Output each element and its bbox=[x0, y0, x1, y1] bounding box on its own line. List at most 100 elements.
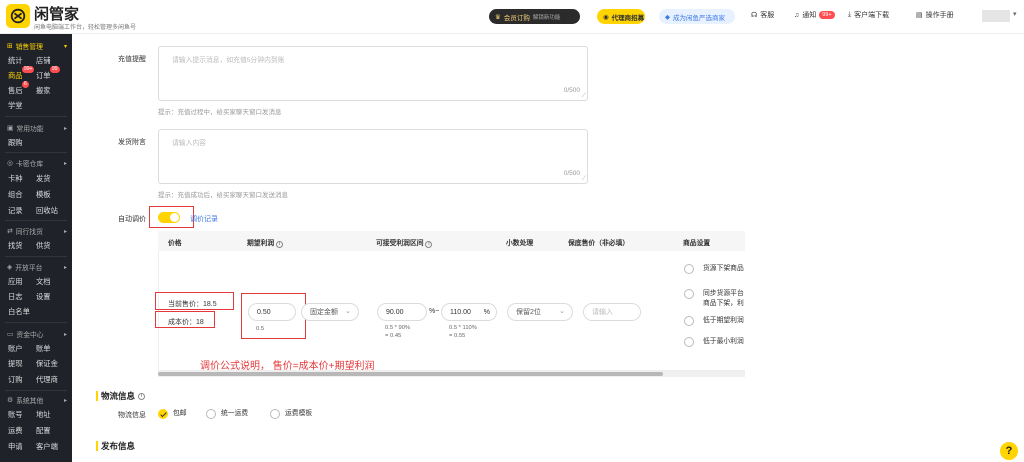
chevron-down-icon[interactable]: ▾ bbox=[1013, 10, 1017, 18]
sidebar-item-withdraw[interactable]: 提现 bbox=[8, 359, 23, 369]
cost-price: 成本价：18 bbox=[168, 319, 204, 326]
sidebar-item-account[interactable]: 账户 bbox=[8, 344, 23, 354]
member-label: 会员订购 bbox=[503, 14, 530, 22]
attach-textarea[interactable]: 请输入内容 0/500 ⟋ bbox=[158, 129, 588, 184]
diamond-icon: ◆ bbox=[665, 13, 670, 21]
section-label: 开放平台 bbox=[15, 265, 43, 272]
help-button[interactable]: ? bbox=[1000, 442, 1018, 460]
sidebar-item-apply[interactable]: 应用 bbox=[8, 277, 23, 287]
range-high-input[interactable]: 110.00% bbox=[441, 303, 497, 321]
profit-type-select[interactable]: 固定金额 ⌄ bbox=[301, 303, 359, 321]
sidebar-item-freight[interactable]: 运费 bbox=[8, 426, 23, 436]
download-label: 客户端下载 bbox=[854, 12, 890, 19]
sidebar-item-record[interactable]: 记录 bbox=[8, 206, 23, 216]
manual-button[interactable]: ▤ 操作手册 bbox=[916, 10, 954, 20]
manual-label: 操作手册 bbox=[925, 12, 954, 19]
sidebar-item-apply2[interactable]: 申请 bbox=[8, 442, 23, 452]
sidebar-item-config[interactable]: 配置 bbox=[36, 426, 51, 436]
download-icon: ⤓ bbox=[848, 11, 852, 18]
logo-icon bbox=[10, 8, 26, 24]
sidebar-item-cardtype[interactable]: 卡种 bbox=[8, 174, 23, 184]
sidebar-item-goods[interactable]: 商品 99+ bbox=[8, 66, 35, 81]
platform-icon: ◈ bbox=[7, 264, 13, 271]
section-label: 销售管理 bbox=[15, 44, 43, 51]
sidebar-item-template[interactable]: 模板 bbox=[36, 190, 51, 200]
sidebar-item-findgoods[interactable]: 找货 bbox=[8, 241, 23, 251]
sidebar-item-whitelist[interactable]: 白名单 bbox=[8, 307, 30, 317]
info-icon[interactable]: i bbox=[425, 240, 433, 248]
sidebar-item-aftersale[interactable]: 售后 6 bbox=[8, 81, 29, 96]
freight-template-radio[interactable] bbox=[270, 409, 280, 419]
freight-free-radio[interactable] bbox=[158, 409, 168, 419]
setting-radio-1[interactable] bbox=[684, 264, 694, 274]
auto-price-toggle[interactable] bbox=[158, 212, 180, 223]
notice-button[interactable]: ♫ 通知 99+ bbox=[794, 10, 835, 20]
freight-unified-radio[interactable] bbox=[206, 409, 216, 419]
sidebar-item-deposit[interactable]: 保证金 bbox=[36, 359, 58, 369]
setting-radio-2[interactable] bbox=[684, 289, 694, 299]
member-order-button[interactable]: ♛ 会员订购 解锁新功能 bbox=[489, 9, 580, 24]
sidebar-section-fund[interactable]: ▭ 资金中心 ▸ bbox=[0, 327, 72, 341]
sidebar-item-deliver[interactable]: 发货 bbox=[36, 174, 51, 184]
recharge-label: 充值提醒 bbox=[118, 56, 146, 63]
sidebar-item-stats[interactable]: 统计 bbox=[8, 56, 23, 66]
resize-handle-icon[interactable]: ⟋ bbox=[582, 93, 586, 100]
scrollbar-thumb[interactable] bbox=[158, 372, 663, 376]
sidebar-item-client[interactable]: 客户端 bbox=[36, 442, 58, 452]
sidebar-section-common[interactable]: ▣ 常用功能 ▸ bbox=[0, 121, 72, 135]
app-window: 闲管家 闲鱼电脑端工作台，轻松管理多闲鱼号 ♛ 会员订购 解锁新功能 ◉ 代理商… bbox=[0, 0, 1024, 462]
range-low-input[interactable]: 90.00 bbox=[377, 303, 427, 321]
profit-input[interactable]: 0.50 bbox=[248, 303, 296, 321]
orders-badge: 99 bbox=[50, 66, 60, 73]
sidebar-item-orders[interactable]: 订单 99 bbox=[36, 66, 60, 81]
floor-price-input[interactable]: 请输入 bbox=[583, 303, 641, 321]
agent-recruit-button[interactable]: ◉ 代理商招募 bbox=[597, 9, 645, 24]
sidebar-item-supply[interactable]: 供货 bbox=[36, 241, 51, 251]
sidebar-item-bill[interactable]: 账单 bbox=[36, 344, 51, 354]
dealer-button[interactable]: ◆ 成为闲鱼严选商家 bbox=[659, 9, 735, 24]
sidebar-item-tracking[interactable]: 跟购 bbox=[8, 138, 23, 148]
attach-placeholder: 请输入内容 bbox=[172, 140, 206, 147]
recharge-hint: 提示：充值过程中，给买家聊天窗口发消息 bbox=[158, 109, 282, 116]
folder-icon: ▣ bbox=[7, 125, 14, 132]
profit-sub: 0.5 bbox=[256, 326, 265, 332]
sidebar-item-shop[interactable]: 店铺 bbox=[36, 56, 51, 66]
sidebar-item-docs[interactable]: 文档 bbox=[36, 277, 51, 287]
recharge-textarea[interactable]: 请输入提示消息，如充值5分钟内到账 0/500 ⟋ bbox=[158, 46, 588, 101]
app-logo[interactable] bbox=[6, 4, 30, 28]
sidebar-section-peer[interactable]: ⇄ 同行找货 ▸ bbox=[0, 224, 72, 238]
sidebar-item-subscribe[interactable]: 订购 bbox=[8, 375, 23, 385]
setting-radio-4[interactable] bbox=[684, 337, 694, 347]
freight-template-label: 运费模板 bbox=[285, 410, 313, 417]
sidebar-item-learn[interactable]: 学堂 bbox=[8, 101, 23, 111]
resize-handle-icon[interactable]: ⟋ bbox=[582, 176, 586, 183]
sidebar-item-settings[interactable]: 设置 bbox=[36, 292, 51, 302]
sidebar-item-log[interactable]: 日志 bbox=[8, 292, 23, 302]
service-button[interactable]: ☊ 客服 bbox=[751, 10, 774, 20]
divider bbox=[5, 152, 67, 153]
download-button[interactable]: ⤓ 客户端下载 bbox=[848, 10, 889, 20]
sidebar-item-agent[interactable]: 代理商 bbox=[36, 375, 58, 385]
info-icon[interactable]: i bbox=[276, 240, 284, 248]
sidebar-item-combo[interactable]: 组合 bbox=[8, 190, 23, 200]
section-label: 常用功能 bbox=[16, 126, 44, 133]
table-scrollbar[interactable] bbox=[158, 371, 745, 377]
main-content: 充值提醒 请输入提示消息，如充值5分钟内到账 0/500 ⟋ 提示：充值过程中，… bbox=[72, 34, 1024, 462]
info-icon[interactable]: i bbox=[138, 392, 146, 400]
sidebar-item-address[interactable]: 地址 bbox=[36, 410, 51, 420]
gear-icon: ⚙ bbox=[7, 397, 14, 404]
sidebar-section-card[interactable]: ◎ 卡密仓库 ▸ bbox=[0, 156, 72, 170]
publish-title-text: 发布信息 bbox=[101, 441, 136, 451]
decimal-select[interactable]: 保留2位 ⌄ bbox=[507, 303, 573, 321]
sidebar-section-open[interactable]: ◈ 开放平台 ▸ bbox=[0, 260, 72, 274]
price-record-link[interactable]: 调价记录 bbox=[190, 214, 218, 224]
freight-free-label: 包邮 bbox=[173, 410, 187, 417]
aftersale-badge: 6 bbox=[22, 81, 29, 88]
sidebar-section-sales[interactable]: ⊞ 销售管理 ▾ bbox=[0, 39, 72, 53]
user-avatar[interactable] bbox=[982, 10, 1010, 22]
sidebar-item-recycle[interactable]: 回收站 bbox=[36, 206, 58, 216]
sidebar-item-accounts[interactable]: 账号 bbox=[8, 410, 23, 420]
sidebar-item-move[interactable]: 搬家 bbox=[36, 86, 51, 96]
setting-radio-3[interactable] bbox=[684, 316, 694, 326]
sidebar-section-system[interactable]: ⚙ 系统其他 ▸ bbox=[0, 393, 72, 407]
